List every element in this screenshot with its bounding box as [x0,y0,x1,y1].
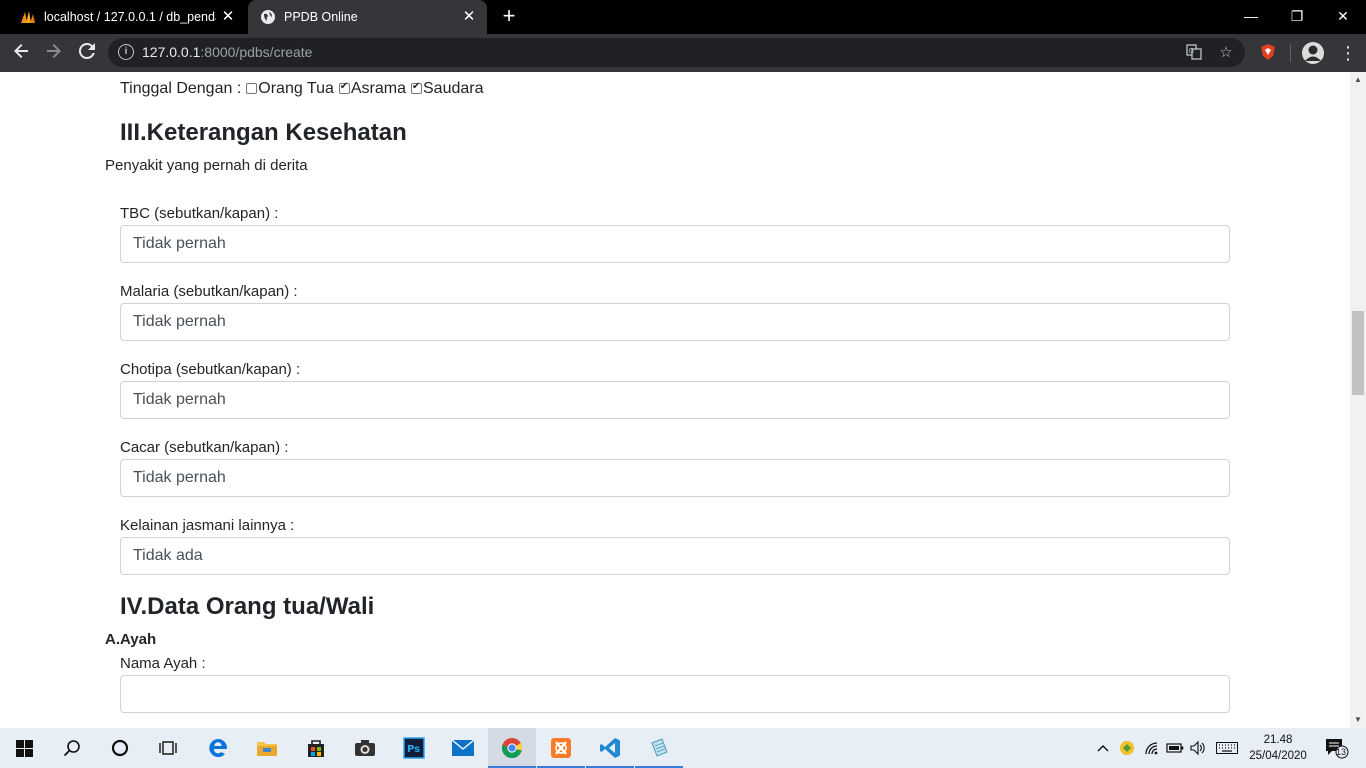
new-tab-button[interactable]: + [498,5,520,27]
notification-count: 13 [1336,747,1347,757]
close-tab-icon[interactable]: ✕ [461,9,477,25]
notepad-icon[interactable] [635,728,683,768]
file-explorer-icon[interactable] [243,728,291,768]
checkbox-asrama[interactable] [338,81,350,94]
menu-kebab-icon[interactable]: ⋮ [1336,41,1360,65]
tab-title: PPDB Online [284,10,358,24]
task-view-icon[interactable] [144,728,192,768]
tinggal-label: Tinggal Dengan : [120,80,242,97]
url-host: 127.0.0.1 [142,44,201,60]
checkbox-orang-tua[interactable] [246,82,258,94]
scrollbar-thumb[interactable] [1352,311,1364,395]
url-text: 127.0.0.1:8000/pdbs/create [142,44,312,60]
page-content: Tinggal Dengan : Orang Tua Asrama Saudar… [0,72,1350,728]
checkbox-label-saudara: Saudara [423,80,484,97]
tab-ppdb-online[interactable]: PPDB Online ✕ [248,0,487,34]
bookmark-star-icon[interactable]: ☆ [1217,44,1235,62]
tbc-input[interactable]: Tidak pernah [120,225,1230,263]
section-heading-kesehatan: III.Keterangan Kesehatan [120,119,407,146]
keyboard-icon[interactable] [1216,739,1238,757]
address-bar[interactable]: i 127.0.0.1:8000/pdbs/create G ☆ [108,38,1245,67]
cacar-input[interactable]: Tidak pernah [120,459,1230,497]
wifi-icon[interactable] [1143,739,1161,757]
svg-text:Ps: Ps [407,744,420,755]
close-window-icon[interactable]: ✕ [1320,0,1366,32]
section-heading-orang-tua: IV.Data Orang tua/Wali [120,593,375,620]
tab-phpmyadmin[interactable]: localhost / 127.0.0.1 / db_pendaft ✕ [8,0,246,34]
clock-time: 21.48 [1263,734,1293,746]
kelainan-input[interactable]: Tidak ada [120,537,1230,575]
vscode-icon[interactable] [586,728,634,768]
brave-shield-icon[interactable] [1259,43,1279,63]
chotipa-input[interactable]: Tidak pernah [120,381,1230,419]
penyakit-label: Penyakit yang pernah di derita [105,157,308,174]
ayah-heading: A.Ayah [105,631,157,648]
scroll-up-icon[interactable]: ▲ [1350,72,1366,88]
xampp-icon[interactable] [537,728,585,768]
system-clock[interactable]: 21.48 25/04/2020 [1240,732,1316,764]
checkbox-label-asrama: Asrama [350,80,406,97]
browser-tabstrip: localhost / 127.0.0.1 / db_pendaft ✕ PPD… [0,0,1366,34]
cortana-icon[interactable] [96,728,144,768]
avatar[interactable] [1302,42,1324,64]
field-label-malaria: Malaria (sebutkan/kapan) : [120,283,298,300]
clock-date: 25/04/2020 [1249,750,1307,762]
back-icon[interactable] [9,41,33,65]
tab-title: localhost / 127.0.0.1 / db_pendaft [44,10,216,24]
mail-icon[interactable] [439,728,487,768]
site-info-icon[interactable]: i [118,44,134,60]
photoshop-icon[interactable]: Ps [390,728,438,768]
start-icon[interactable] [0,728,48,768]
field-label-cacar: Cacar (sebutkan/kapan) : [120,439,289,456]
phpmyadmin-icon [20,9,36,25]
search-icon[interactable] [48,728,96,768]
field-label-tbc: TBC (sebutkan/kapan) : [120,205,279,222]
field-label-kelainan: Kelainan jasmani lainnya : [120,517,295,534]
notification-center-icon[interactable]: 13 [1324,739,1350,759]
camera-icon[interactable] [341,728,389,768]
store-icon[interactable] [292,728,340,768]
malaria-input[interactable]: Tidak pernah [120,303,1230,341]
page-scrollbar[interactable]: ▲ ▼ [1350,72,1366,728]
globe-icon [260,9,276,25]
chrome-icon[interactable] [488,728,536,768]
update-icon[interactable] [1118,739,1136,757]
windows-taskbar: Ps 21.48 25/04/2020 13 [0,728,1366,768]
edge-icon[interactable] [194,728,242,768]
checkbox-saudara[interactable] [411,81,422,94]
url-path: :8000/pdbs/create [200,44,313,60]
volume-icon[interactable] [1189,739,1207,757]
browser-toolbar: i 127.0.0.1:8000/pdbs/create G ☆ ⋮ [0,34,1366,72]
battery-icon[interactable] [1166,739,1184,757]
svg-text:G: G [1189,47,1194,55]
minimize-icon[interactable]: — [1228,0,1274,32]
restore-icon[interactable]: ❐ [1274,0,1320,32]
nama-ayah-input[interactable] [120,675,1230,713]
close-tab-icon[interactable]: ✕ [220,9,236,25]
checkbox-label-orang-tua: Orang Tua [258,80,334,97]
show-hidden-icons-icon[interactable] [1094,739,1112,757]
tinggal-dengan-row: Tinggal Dengan : Orang Tua Asrama Saudar… [120,80,484,98]
scroll-down-icon[interactable]: ▼ [1350,712,1366,728]
translate-icon[interactable]: G [1185,44,1203,62]
forward-icon[interactable] [42,41,66,65]
toolbar-divider [1290,44,1291,62]
field-label-chotipa: Chotipa (sebutkan/kapan) : [120,361,301,378]
field-label-nama-ayah: Nama Ayah : [120,655,206,672]
reload-icon[interactable] [75,41,99,65]
